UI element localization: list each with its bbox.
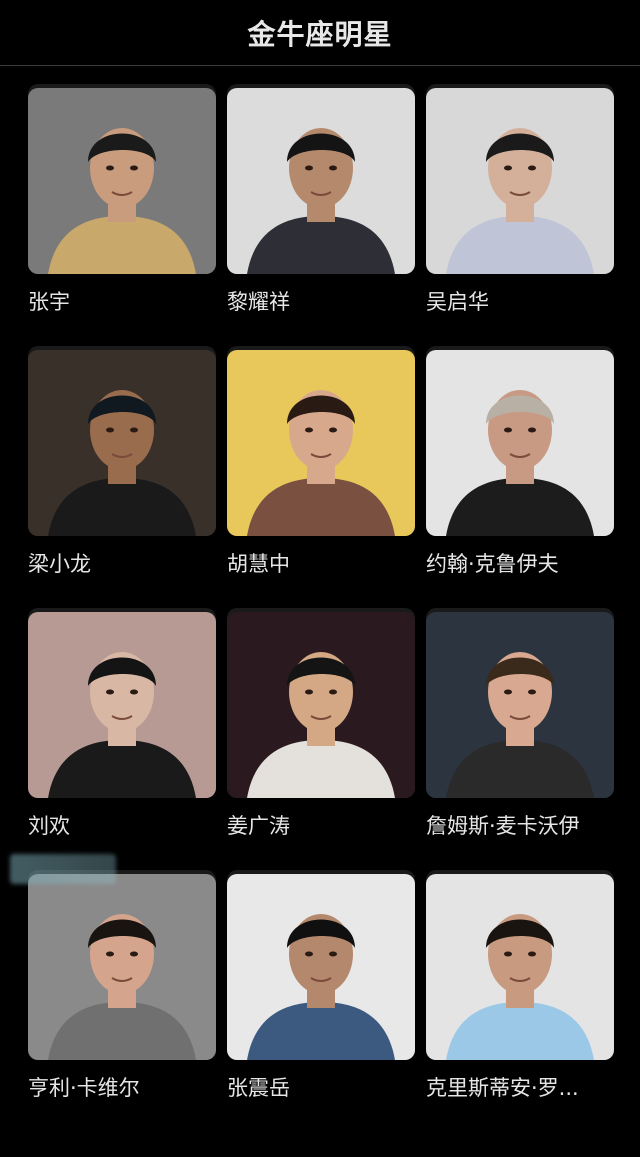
celebrity-card[interactable]: 吴启华 bbox=[426, 66, 614, 314]
page-header: 金牛座明星 bbox=[0, 0, 640, 66]
celebrity-photo[interactable] bbox=[227, 350, 415, 536]
celebrity-card[interactable]: 约翰·克鲁伊夫 bbox=[426, 328, 614, 576]
celebrity-name: 张宇 bbox=[28, 290, 70, 314]
celebrity-photo[interactable] bbox=[426, 612, 614, 798]
celebrity-card[interactable]: 詹姆斯·麦卡沃伊 bbox=[426, 590, 614, 838]
celebrity-name: 吴启华 bbox=[426, 290, 489, 314]
celebrity-card[interactable]: 张宇 bbox=[28, 66, 216, 314]
celebrity-card[interactable]: 黎耀祥 bbox=[227, 66, 415, 314]
celebrity-name: 约翰·克鲁伊夫 bbox=[426, 552, 559, 576]
celebrity-photo[interactable] bbox=[28, 612, 216, 798]
celebrity-card[interactable]: 梁小龙 bbox=[28, 328, 216, 576]
celebrity-card[interactable]: 胡慧中 bbox=[227, 328, 415, 576]
celebrity-card[interactable]: 亨利·卡维尔 bbox=[28, 852, 216, 1100]
celebrity-card[interactable]: 克里斯蒂安·罗... bbox=[426, 852, 614, 1100]
celebrity-name: 克里斯蒂安·罗... bbox=[426, 1076, 579, 1100]
celebrity-name: 亨利·卡维尔 bbox=[28, 1076, 140, 1100]
celebrity-photo[interactable] bbox=[28, 350, 216, 536]
screen-smudge bbox=[10, 854, 116, 884]
celebrity-name: 梁小龙 bbox=[28, 552, 91, 576]
celebrity-card[interactable]: 姜广涛 bbox=[227, 590, 415, 838]
page-title: 金牛座明星 bbox=[247, 17, 393, 51]
celebrity-name: 黎耀祥 bbox=[227, 290, 290, 314]
celebrity-photo[interactable] bbox=[28, 88, 216, 274]
celebrity-card[interactable]: 刘欢 bbox=[28, 590, 216, 838]
celebrity-name: 詹姆斯·麦卡沃伊 bbox=[426, 814, 580, 838]
celebrity-photo[interactable] bbox=[227, 874, 415, 1060]
celebrity-photo[interactable] bbox=[426, 88, 614, 274]
celebrity-photo[interactable] bbox=[426, 874, 614, 1060]
celebrity-name: 张震岳 bbox=[227, 1076, 290, 1100]
celebrity-photo[interactable] bbox=[227, 88, 415, 274]
celebrity-name: 刘欢 bbox=[28, 814, 70, 838]
celebrity-photo[interactable] bbox=[28, 874, 216, 1060]
celebrity-photo[interactable] bbox=[426, 350, 614, 536]
celebrity-card[interactable]: 张震岳 bbox=[227, 852, 415, 1100]
celebrity-name: 姜广涛 bbox=[227, 814, 290, 838]
celebrity-name: 胡慧中 bbox=[227, 552, 290, 576]
celebrity-photo[interactable] bbox=[227, 612, 415, 798]
